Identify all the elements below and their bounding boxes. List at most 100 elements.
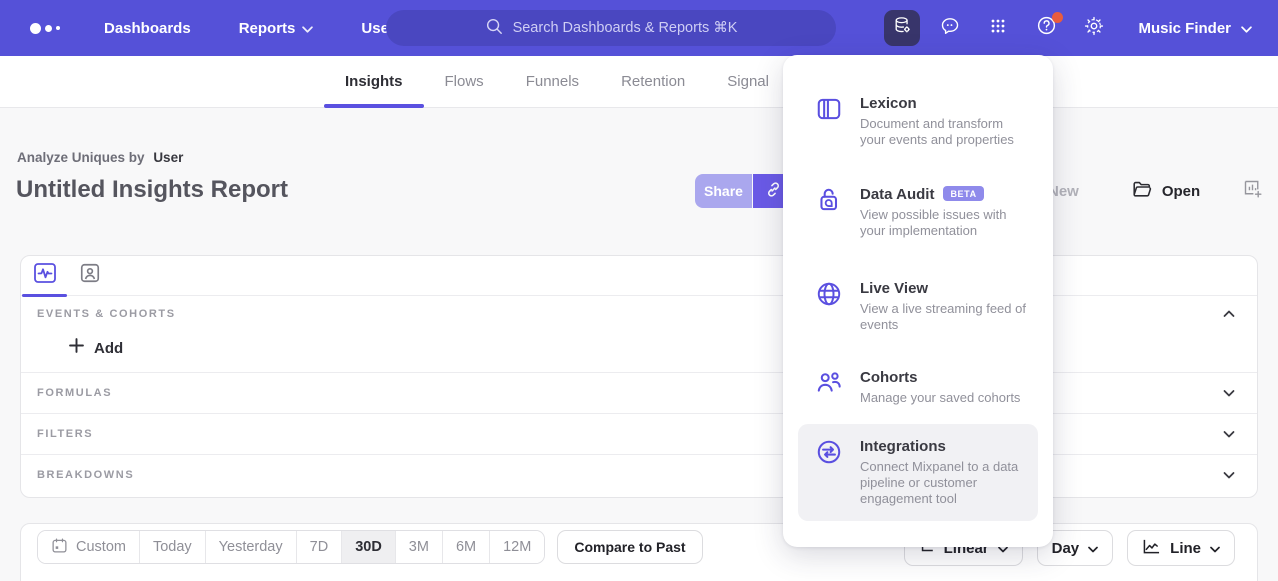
menu-item-data-audit[interactable]: Data AuditBETA View possible issues with… bbox=[798, 172, 1038, 253]
analyze-prefix: Analyze Uniques by bbox=[17, 150, 145, 165]
top-navbar: Dashboards Reports Users Search Dashboar… bbox=[0, 0, 1278, 56]
range-label: 7D bbox=[310, 539, 329, 555]
folder-icon bbox=[1131, 178, 1153, 204]
range-6m[interactable]: 6M bbox=[443, 531, 490, 563]
chart-type-label: Line bbox=[1170, 540, 1201, 557]
nav-dashboards[interactable]: Dashboards bbox=[92, 0, 203, 56]
chevron-down-icon bbox=[1210, 540, 1220, 557]
analyze-entity-selector[interactable]: User bbox=[153, 150, 183, 165]
menu-item-lexicon[interactable]: Lexicon Document and transform your even… bbox=[798, 81, 1038, 162]
chevron-down-icon bbox=[302, 20, 313, 37]
main-nav: Dashboards Reports Users bbox=[80, 0, 427, 56]
search-icon bbox=[485, 17, 503, 39]
section-breakdowns[interactable]: BREAKDOWNS bbox=[21, 454, 1257, 495]
chart-toolbar: Custom Today Yesterday 7D 30D 3M 6M 12M … bbox=[20, 523, 1258, 581]
settings-button[interactable] bbox=[1076, 10, 1112, 46]
range-12m[interactable]: 12M bbox=[490, 531, 544, 563]
menu-item-cohorts[interactable]: Cohorts Manage your saved cohorts bbox=[798, 355, 1038, 420]
share-button[interactable]: Share bbox=[695, 174, 752, 208]
section-label: FILTERS bbox=[37, 428, 93, 440]
integrations-sync-icon bbox=[814, 438, 844, 507]
chat-bubble-icon bbox=[939, 15, 961, 42]
mixpanel-logo-icon[interactable] bbox=[30, 23, 70, 34]
range-label: Today bbox=[153, 539, 192, 555]
link-icon bbox=[764, 180, 783, 202]
menu-item-title: Cohorts bbox=[860, 369, 1020, 386]
range-3m[interactable]: 3M bbox=[396, 531, 443, 563]
tab-insights[interactable]: Insights bbox=[324, 56, 424, 107]
tab-user-profiles[interactable] bbox=[67, 256, 112, 296]
project-selector[interactable]: Music Finder bbox=[1138, 20, 1252, 37]
project-name: Music Finder bbox=[1138, 20, 1231, 37]
range-label: Yesterday bbox=[219, 539, 283, 555]
section-filters[interactable]: FILTERS bbox=[21, 413, 1257, 454]
search-input[interactable]: Search Dashboards & Reports ⌘K bbox=[386, 10, 836, 46]
lexicon-book-icon bbox=[814, 95, 844, 148]
add-to-dashboard-button[interactable] bbox=[1242, 178, 1263, 204]
chevron-down-icon bbox=[1241, 20, 1252, 37]
range-label: 3M bbox=[409, 539, 429, 555]
menu-item-desc: Manage your saved cohorts bbox=[860, 390, 1020, 406]
data-management-button[interactable] bbox=[884, 10, 920, 46]
data-management-menu: Lexicon Document and transform your even… bbox=[783, 55, 1053, 547]
range-30d[interactable]: 30D bbox=[342, 531, 396, 563]
calendar-icon bbox=[51, 537, 68, 558]
query-panel-tabs bbox=[21, 256, 1257, 296]
range-custom[interactable]: Custom bbox=[38, 531, 140, 563]
apps-grid-button[interactable] bbox=[980, 10, 1016, 46]
navbar-right: Music Finder bbox=[884, 0, 1278, 56]
messages-button[interactable] bbox=[932, 10, 968, 46]
cohorts-people-icon bbox=[814, 369, 844, 406]
range-yesterday[interactable]: Yesterday bbox=[206, 531, 297, 563]
nav-reports-label: Reports bbox=[239, 20, 296, 37]
menu-item-title: Live View bbox=[860, 280, 1026, 297]
nav-reports[interactable]: Reports bbox=[227, 0, 326, 56]
tab-retention[interactable]: Retention bbox=[600, 56, 706, 107]
add-label: Add bbox=[94, 340, 123, 357]
compare-to-past-button[interactable]: Compare to Past bbox=[557, 530, 702, 564]
nav-dashboards-label: Dashboards bbox=[104, 20, 191, 37]
page-title[interactable]: Untitled Insights Report bbox=[16, 176, 288, 204]
share-button-group: Share bbox=[695, 174, 794, 208]
padlock-icon bbox=[814, 186, 844, 239]
globe-icon bbox=[814, 280, 844, 333]
menu-item-integrations[interactable]: Integrations Connect Mixpanel to a data … bbox=[798, 424, 1038, 521]
menu-item-desc: View possible issues with your implement… bbox=[860, 207, 1026, 239]
section-label: EVENTS & COHORTS bbox=[37, 308, 176, 320]
tab-signal[interactable]: Signal bbox=[706, 56, 790, 107]
beta-badge: BETA bbox=[943, 186, 983, 201]
range-7d[interactable]: 7D bbox=[297, 531, 343, 563]
app-window: Dashboards Reports Users Search Dashboar… bbox=[0, 0, 1278, 581]
menu-item-title: Integrations bbox=[860, 438, 1026, 455]
menu-item-title: Data AuditBETA bbox=[860, 186, 1026, 203]
menu-item-live-view[interactable]: Live View View a live streaming feed of … bbox=[798, 266, 1038, 347]
database-gear-icon bbox=[892, 15, 913, 41]
tab-metrics-chart[interactable] bbox=[22, 256, 67, 296]
section-label: BREAKDOWNS bbox=[37, 469, 134, 481]
chart-type-dropdown[interactable]: Line bbox=[1127, 530, 1235, 566]
tab-flows[interactable]: Flows bbox=[424, 56, 505, 107]
chart-plus-icon bbox=[1242, 178, 1263, 204]
chevron-down-icon bbox=[1223, 430, 1235, 438]
search-placeholder: Search Dashboards & Reports ⌘K bbox=[513, 20, 738, 36]
interval-label: Day bbox=[1052, 540, 1080, 557]
add-event-button[interactable]: Add bbox=[21, 324, 1257, 372]
open-report-button[interactable]: Open bbox=[1131, 178, 1200, 204]
section-formulas[interactable]: FORMULAS bbox=[21, 372, 1257, 413]
grid-dots-icon bbox=[988, 16, 1008, 41]
tab-funnels[interactable]: Funnels bbox=[505, 56, 600, 107]
chevron-down-icon bbox=[1223, 471, 1235, 479]
menu-item-desc: View a live streaming feed of events bbox=[860, 301, 1026, 333]
line-chart-icon bbox=[1142, 538, 1161, 559]
range-label: Custom bbox=[76, 539, 126, 555]
range-label: 12M bbox=[503, 539, 531, 555]
section-events-cohorts[interactable]: EVENTS & COHORTS bbox=[21, 296, 1257, 324]
report-tabbar: Insights Flows Funnels Retention Signal … bbox=[0, 56, 1278, 108]
help-button[interactable] bbox=[1028, 10, 1064, 46]
pulse-chart-icon bbox=[33, 262, 57, 289]
range-today[interactable]: Today bbox=[140, 531, 206, 563]
range-label: 6M bbox=[456, 539, 476, 555]
query-builder-panel: EVENTS & COHORTS Add FORMULAS FILTERS BR… bbox=[20, 255, 1258, 498]
plus-icon bbox=[69, 338, 84, 358]
notification-badge bbox=[1052, 12, 1063, 23]
